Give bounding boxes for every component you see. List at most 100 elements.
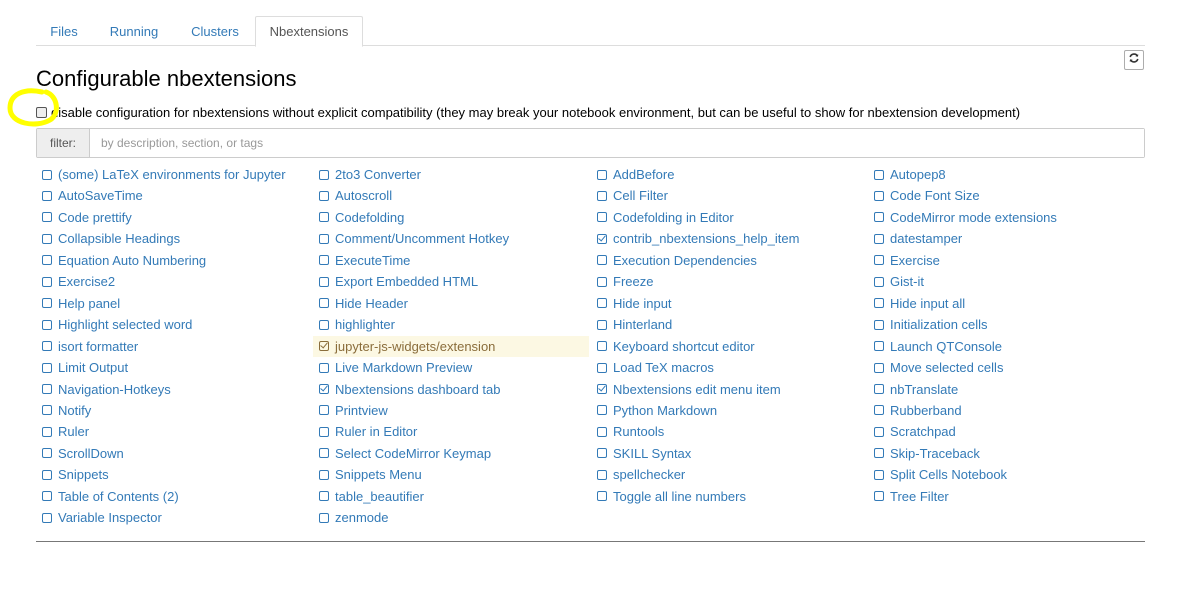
extension-item[interactable]: jupyter-js-widgets/extension xyxy=(313,335,589,357)
extension-item[interactable]: Snippets Menu xyxy=(313,464,422,485)
checkbox-icon[interactable] xyxy=(597,169,607,180)
extension-item[interactable]: Move selected cells xyxy=(868,357,1003,378)
checkbox-icon[interactable] xyxy=(874,448,884,459)
check-icon[interactable] xyxy=(597,233,607,244)
checkbox-icon[interactable] xyxy=(319,491,329,502)
extension-item[interactable]: (some) LaTeX environments for Jupyter xyxy=(36,164,286,185)
tab-clusters[interactable]: Clusters xyxy=(176,17,254,45)
checkbox-icon[interactable] xyxy=(874,362,884,373)
checkbox-icon[interactable] xyxy=(597,276,607,287)
extension-item[interactable]: Hide input all xyxy=(868,293,965,314)
checkbox-icon[interactable] xyxy=(42,255,52,266)
extension-item[interactable]: Toggle all line numbers xyxy=(591,486,746,507)
checkbox-icon[interactable] xyxy=(42,233,52,244)
extension-item[interactable]: spellchecker xyxy=(591,464,685,485)
checkbox-icon[interactable] xyxy=(874,276,884,287)
extension-item[interactable]: Skip-Traceback xyxy=(868,443,980,464)
checkbox-icon[interactable] xyxy=(319,405,329,416)
checkbox-icon[interactable] xyxy=(874,169,884,180)
checkbox-icon[interactable] xyxy=(874,212,884,223)
extension-item[interactable]: Navigation-Hotkeys xyxy=(36,379,171,400)
checkbox-icon[interactable] xyxy=(319,469,329,480)
extension-item[interactable]: Collapsible Headings xyxy=(36,228,180,249)
checkbox-icon[interactable] xyxy=(319,233,329,244)
extension-item[interactable]: Printview xyxy=(313,400,388,421)
extension-item[interactable]: Code Font Size xyxy=(868,185,980,206)
extension-item[interactable]: Nbextensions edit menu item xyxy=(591,379,781,400)
extension-item[interactable]: Keyboard shortcut editor xyxy=(591,336,755,357)
tab-files[interactable]: Files xyxy=(36,17,92,45)
extension-item[interactable]: zenmode xyxy=(313,507,388,528)
checkbox-icon[interactable] xyxy=(597,469,607,480)
extension-item[interactable]: ScrollDown xyxy=(36,443,124,464)
extension-item[interactable]: Codefolding xyxy=(313,207,404,228)
extension-item[interactable]: nbTranslate xyxy=(868,379,958,400)
checkbox-icon[interactable] xyxy=(874,426,884,437)
extension-item[interactable]: highlighter xyxy=(313,314,395,335)
extension-item[interactable]: Hide Header xyxy=(313,293,408,314)
extension-item[interactable]: Initialization cells xyxy=(868,314,988,335)
checkbox-icon[interactable] xyxy=(42,426,52,437)
checkbox-icon[interactable] xyxy=(597,362,607,373)
extension-item[interactable]: Snippets xyxy=(36,464,109,485)
checkbox-icon[interactable] xyxy=(42,362,52,373)
check-icon[interactable] xyxy=(319,341,329,352)
checkbox-icon[interactable] xyxy=(597,491,607,502)
extension-item[interactable]: Runtools xyxy=(591,421,664,442)
checkbox-icon[interactable] xyxy=(597,319,607,330)
extension-item[interactable]: Notify xyxy=(36,400,91,421)
extension-item[interactable]: Execution Dependencies xyxy=(591,250,757,271)
checkbox-icon[interactable] xyxy=(874,469,884,480)
checkbox-icon[interactable] xyxy=(597,212,607,223)
checkbox-icon[interactable] xyxy=(42,212,52,223)
extension-item[interactable]: Load TeX macros xyxy=(591,357,714,378)
extension-item[interactable]: Autopep8 xyxy=(868,164,946,185)
extension-item[interactable]: Select CodeMirror Keymap xyxy=(313,443,491,464)
extension-item[interactable]: Python Markdown xyxy=(591,400,717,421)
extension-item[interactable]: datestamper xyxy=(868,228,962,249)
extension-item[interactable]: Equation Auto Numbering xyxy=(36,250,206,271)
extension-item[interactable]: Live Markdown Preview xyxy=(313,357,472,378)
extension-item[interactable]: Ruler in Editor xyxy=(313,421,417,442)
checkbox-icon[interactable] xyxy=(874,319,884,330)
checkbox-icon[interactable] xyxy=(597,298,607,309)
checkbox-icon[interactable] xyxy=(42,190,52,201)
checkbox-icon[interactable] xyxy=(319,255,329,266)
checkbox-icon[interactable] xyxy=(597,448,607,459)
checkbox-icon[interactable] xyxy=(42,469,52,480)
extension-item[interactable]: Comment/Uncomment Hotkey xyxy=(313,228,509,249)
extension-item[interactable]: 2to3 Converter xyxy=(313,164,421,185)
extension-item[interactable]: SKILL Syntax xyxy=(591,443,691,464)
checkbox-icon[interactable] xyxy=(874,491,884,502)
checkbox-icon[interactable] xyxy=(319,298,329,309)
check-icon[interactable] xyxy=(597,384,607,394)
checkbox-icon[interactable] xyxy=(319,319,329,330)
extension-item[interactable]: isort formatter xyxy=(36,336,138,357)
extension-item[interactable]: Autoscroll xyxy=(313,185,392,206)
extension-item[interactable]: Nbextensions dashboard tab xyxy=(313,379,501,400)
extension-item[interactable]: Scratchpad xyxy=(868,421,956,442)
tab-running[interactable]: Running xyxy=(98,17,170,45)
checkbox-icon[interactable] xyxy=(319,426,329,437)
extension-item[interactable]: Exercise xyxy=(868,250,940,271)
checkbox-icon[interactable] xyxy=(42,298,52,309)
checkbox-icon[interactable] xyxy=(319,512,329,523)
checkbox-icon[interactable] xyxy=(319,276,329,287)
checkbox-icon[interactable] xyxy=(42,276,52,287)
extension-item[interactable]: Hinterland xyxy=(591,314,672,335)
extension-item[interactable]: Ruler xyxy=(36,421,89,442)
checkbox-icon[interactable] xyxy=(319,212,329,223)
extension-item[interactable]: CodeMirror mode extensions xyxy=(868,207,1057,228)
compat-checkbox[interactable] xyxy=(36,106,47,118)
extension-item[interactable]: Cell Filter xyxy=(591,185,668,206)
checkbox-icon[interactable] xyxy=(597,405,607,416)
extension-item[interactable]: Code prettify xyxy=(36,207,132,228)
checkbox-icon[interactable] xyxy=(42,405,52,416)
extension-item[interactable]: AddBefore xyxy=(591,164,674,185)
extension-item[interactable]: Exercise2 xyxy=(36,271,115,292)
extension-item[interactable]: table_beautifier xyxy=(313,486,424,507)
extension-item[interactable]: Limit Output xyxy=(36,357,128,378)
checkbox-icon[interactable] xyxy=(319,362,329,373)
extension-item[interactable]: contrib_nbextensions_help_item xyxy=(591,228,799,249)
checkbox-icon[interactable] xyxy=(874,190,884,201)
